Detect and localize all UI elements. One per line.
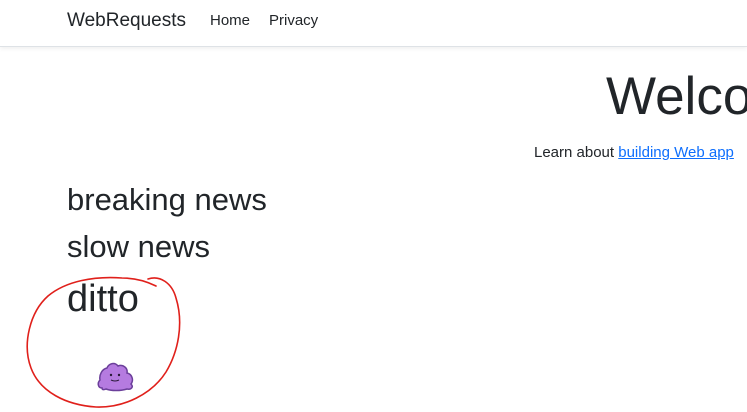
red-circle-annotation <box>26 276 181 408</box>
ditto-pokemon-icon <box>97 362 134 392</box>
